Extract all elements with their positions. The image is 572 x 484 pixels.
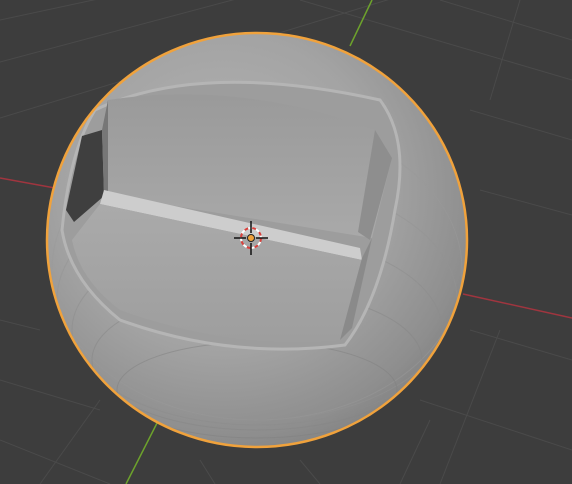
grid-line [419,399,572,451]
grid-line [0,319,41,331]
viewport-canvas[interactable] [0,0,572,484]
grid-line [439,329,501,484]
grid-line [39,399,101,484]
grid-line [479,189,572,216]
grid-line [299,459,321,484]
3d-viewport[interactable] [0,0,572,484]
grid-line [0,439,111,484]
sphere-object[interactable] [45,31,469,449]
grid-line [399,419,431,484]
grid-line [489,0,521,101]
grid-line [469,109,572,141]
y-axis-line [349,0,373,47]
origin-dot-icon [247,234,255,242]
x-axis-line [0,177,56,189]
grid-line [0,0,96,21]
grid-line [439,0,572,41]
grid-line [199,459,216,484]
grid-line [0,379,101,411]
x-axis-line [462,293,572,319]
grid-line [469,329,572,361]
